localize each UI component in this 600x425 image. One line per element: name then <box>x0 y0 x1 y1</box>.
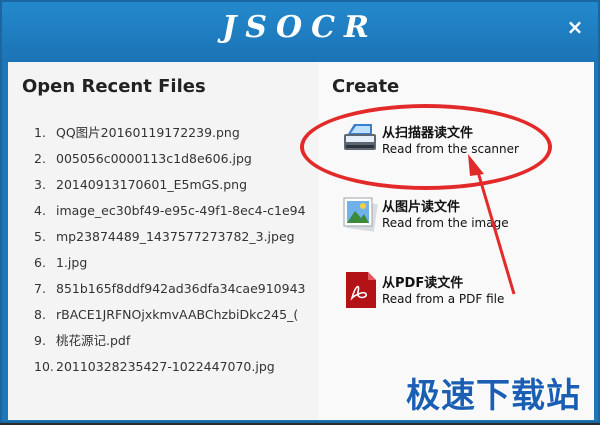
recent-file-item[interactable]: 9. 桃花源记.pdf <box>34 328 314 354</box>
file-number: 5. <box>34 229 46 244</box>
file-number: 10. <box>34 359 54 374</box>
recent-file-item[interactable]: 5. mp23874489_1437577273782_3.jpeg <box>34 224 314 250</box>
file-name: image_ec30bf49-e95c-49f1-8ec4-c1e94 <box>56 203 306 218</box>
file-number: 1. <box>34 125 46 140</box>
image-icon <box>342 194 378 234</box>
file-number: 3. <box>34 177 46 192</box>
image-label-cn: 从图片读文件 <box>382 200 461 215</box>
file-number: 9. <box>34 333 46 348</box>
site-watermark: 极速下载站 <box>406 376 581 416</box>
file-name: rBACE1JRFNOjxkmvAABChzbiDkc245_( <box>56 307 299 322</box>
scanner-highlight-ellipse <box>300 104 552 190</box>
file-name: QQ图片20160119172239.png <box>56 125 240 140</box>
read-from-pdf-button[interactable]: 从PDF读文件 Read from a PDF file <box>342 270 582 314</box>
recent-file-item[interactable]: 3. 20140913170601_E5mGS.png <box>34 172 314 198</box>
recent-files-heading: Open Recent Files <box>22 76 206 97</box>
create-heading: Create <box>332 76 400 97</box>
app-title: JSOCR <box>222 10 378 45</box>
file-number: 8. <box>34 307 46 322</box>
file-number: 4. <box>34 203 46 218</box>
recent-file-item[interactable]: 6. 1.jpg <box>34 250 314 276</box>
file-number: 2. <box>34 151 46 166</box>
recent-file-item[interactable]: 10. 20110328235427-1022447070.jpg <box>34 354 314 380</box>
image-label-en: Read from the image <box>382 216 509 230</box>
recent-file-item[interactable]: 7. 851b165f8ddf942ad36dfa34cae910943 <box>34 276 314 302</box>
recent-files-list: 1. QQ图片20160119172239.png 2. 005056c000011… <box>34 120 314 380</box>
recent-file-item[interactable]: 1. QQ图片20160119172239.png <box>34 120 314 146</box>
close-icon[interactable]: × <box>564 16 586 38</box>
file-name: 桃花源记.pdf <box>56 333 131 348</box>
file-name: 005056c0000113c1d8e606.jpg <box>56 151 252 166</box>
recent-file-item[interactable]: 8. rBACE1JRFNOjxkmvAABChzbiDkc245_( <box>34 302 314 328</box>
pdf-icon <box>342 270 378 310</box>
title-bar[interactable]: JSOCR × <box>2 2 598 62</box>
recent-files-panel: Open Recent Files 1. QQ图片20160119172239.p… <box>8 62 314 420</box>
file-name: 20140913170601_E5mGS.png <box>56 177 248 192</box>
pdf-label-en: Read from a PDF file <box>382 292 505 306</box>
pdf-label-cn: 从PDF读文件 <box>382 276 464 291</box>
file-name: 851b165f8ddf942ad36dfa34cae910943 <box>56 281 306 296</box>
recent-file-item[interactable]: 2. 005056c0000113c1d8e606.jpg <box>34 146 314 172</box>
file-number: 6. <box>34 255 46 270</box>
file-name: 1.jpg <box>56 255 88 270</box>
recent-file-item[interactable]: 4. image_ec30bf49-e95c-49f1-8ec4-c1e94 <box>34 198 314 224</box>
file-name: mp23874489_1437577273782_3.jpeg <box>56 229 295 244</box>
file-number: 7. <box>34 281 46 296</box>
file-name: 20110328235427-1022447070.jpg <box>56 359 275 374</box>
app-window: JSOCR × Open Recent Files 1. QQ图片20160119… <box>0 0 600 423</box>
read-from-image-button[interactable]: 从图片读文件 Read from the image <box>342 194 582 238</box>
